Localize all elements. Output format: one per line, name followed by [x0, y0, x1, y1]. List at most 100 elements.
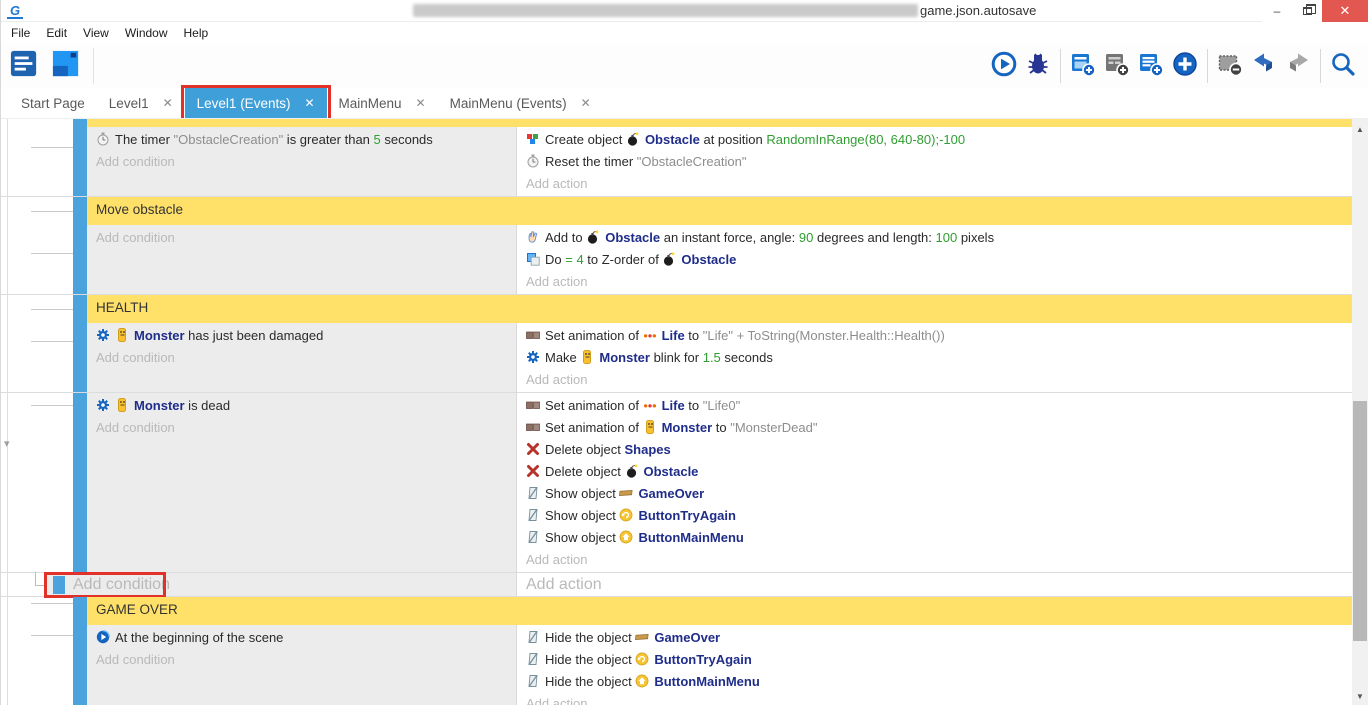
add-external-layout-button[interactable] [1100, 51, 1134, 81]
comment-row: GAME OVER [1, 597, 1353, 625]
event-selection-bar[interactable] [73, 119, 87, 127]
preview-play-button[interactable] [987, 51, 1021, 81]
action-line[interactable]: Hide the object ButtonTryAgain [526, 649, 1353, 671]
text-segment: Hide the object [545, 630, 635, 645]
tab-close-icon[interactable]: ✕ [163, 96, 173, 110]
tab-close-icon[interactable]: ✕ [304, 96, 314, 110]
menu-window[interactable]: Window [117, 24, 176, 42]
life-dots-icon [643, 397, 658, 411]
action-line[interactable]: Create object Obstacle at position Rando… [526, 129, 1353, 151]
menu-file[interactable]: File [3, 24, 38, 42]
restore-button[interactable] [1292, 0, 1322, 22]
condition-line[interactable]: Monster has just been damaged [96, 325, 516, 347]
add-action-link[interactable]: Add action [526, 576, 602, 594]
action-line[interactable]: Set animation of Life to "Life0" [526, 395, 1353, 417]
text-segment: Make [545, 350, 580, 365]
object-name: Life [662, 328, 685, 343]
add-condition-link[interactable]: Add condition [96, 649, 516, 671]
add-extension-button[interactable] [1168, 51, 1202, 81]
scrollbar-thumb[interactable] [1353, 401, 1367, 641]
action-line[interactable]: Reset the timer "ObstacleCreation" [526, 151, 1353, 173]
event-selection-bar[interactable] [73, 323, 87, 392]
action-line[interactable]: Show object ButtonMainMenu [526, 527, 1353, 549]
text-segment: pixels [957, 230, 994, 245]
add-action-link[interactable]: Add action [526, 369, 1353, 391]
comment-text[interactable]: Move obstacle [87, 197, 1353, 225]
add-condition-link[interactable]: Add condition [96, 151, 516, 173]
menu-help[interactable]: Help [176, 24, 217, 42]
subevent-selection-bar[interactable] [53, 576, 65, 594]
action-line[interactable]: Set animation of Monster to "MonsterDead… [526, 417, 1353, 439]
action-line[interactable]: Set animation of Life to "Life" + ToStri… [526, 325, 1353, 347]
event-selection-bar[interactable] [73, 127, 87, 196]
project-manager-button[interactable] [9, 51, 39, 81]
action-line[interactable]: Hide the object GameOver [526, 627, 1353, 649]
add-external-events-button[interactable] [1134, 51, 1168, 81]
tab-level1-events-[interactable]: Level1 (Events)✕ [185, 88, 327, 118]
tab-mainmenu-events-[interactable]: MainMenu (Events)✕ [438, 88, 603, 118]
tab-level1[interactable]: Level1✕ [97, 88, 185, 118]
close-button[interactable]: ✕ [1322, 0, 1368, 22]
add-condition-link[interactable]: Add condition [96, 417, 516, 439]
add-scene-button[interactable] [1066, 51, 1100, 81]
object-name: ButtonTryAgain [638, 508, 736, 523]
add-condition-link[interactable]: Add condition [96, 227, 516, 249]
comment-text[interactable] [87, 119, 1353, 127]
add-action-link[interactable]: Add action [526, 173, 1353, 195]
minimize-button[interactable]: – [1262, 0, 1292, 22]
action-line[interactable]: Do = 4 to Z-order of Obstacle [526, 249, 1353, 271]
add-extension-icon [1172, 51, 1198, 82]
action-line[interactable]: Delete object Shapes [526, 439, 1353, 461]
begin-scene-icon [96, 629, 111, 643]
vertical-scrollbar[interactable]: ▲ ▼ [1352, 119, 1368, 705]
event-selection-bar[interactable] [73, 393, 87, 572]
action-line[interactable]: Make Monster blink for 1.5 seconds [526, 347, 1353, 369]
gutter-pad [1, 197, 73, 225]
add-action-link[interactable]: Add action [526, 549, 1353, 571]
undo-button[interactable] [1247, 51, 1281, 81]
redo-button[interactable] [1281, 51, 1315, 81]
event-selection-bar[interactable] [73, 295, 87, 323]
add-condition-link[interactable]: Add condition [73, 576, 170, 594]
text-segment: "MonsterDead" [730, 420, 817, 435]
object-name: Obstacle [681, 252, 736, 267]
tab-close-icon[interactable]: ✕ [581, 96, 591, 110]
event-selection-bar[interactable] [73, 597, 87, 625]
tab-close-icon[interactable]: ✕ [416, 96, 426, 110]
tab-mainmenu[interactable]: MainMenu✕ [327, 88, 438, 118]
scrollbar-down-arrow-icon[interactable]: ▼ [1352, 688, 1368, 704]
event-selection-bar[interactable] [73, 197, 87, 225]
button-home-icon [619, 529, 634, 543]
tab-start-page[interactable]: Start Page [9, 88, 97, 118]
redo-icon [1285, 51, 1311, 82]
comment-text[interactable]: GAME OVER [87, 597, 1353, 625]
condition-line[interactable]: Monster is dead [96, 395, 516, 417]
scrollbar-up-arrow-icon[interactable]: ▲ [1352, 121, 1368, 137]
menu-edit[interactable]: Edit [38, 24, 75, 42]
button-retry-icon [635, 651, 650, 665]
text-segment: is dead [185, 398, 231, 413]
condition-line[interactable]: The timer "ObstacleCreation" is greater … [96, 129, 516, 151]
search-button[interactable] [1326, 51, 1360, 81]
action-line[interactable]: Show object GameOver [526, 483, 1353, 505]
add-condition-link[interactable]: Add condition [96, 347, 516, 369]
window-title: game.json.autosave [920, 3, 1036, 18]
event-selection-bar[interactable] [73, 225, 87, 294]
undo-icon [1251, 51, 1277, 82]
action-line[interactable]: Hide the object ButtonMainMenu [526, 671, 1353, 693]
action-line[interactable]: Add to Obstacle an instant force, angle:… [526, 227, 1353, 249]
button-home-icon [635, 673, 650, 687]
add-action-link[interactable]: Add action [526, 693, 1353, 705]
add-action-link[interactable]: Add action [526, 271, 1353, 293]
comment-row: HEALTH [1, 295, 1353, 323]
actions-cell: Create object Obstacle at position Rando… [517, 127, 1353, 196]
start-page-button[interactable] [51, 51, 81, 81]
screenshot-remove-button[interactable] [1213, 51, 1247, 81]
action-line[interactable]: Delete object Obstacle [526, 461, 1353, 483]
debug-button[interactable] [1021, 51, 1055, 81]
comment-text[interactable]: HEALTH [87, 295, 1353, 323]
condition-line[interactable]: At the beginning of the scene [96, 627, 516, 649]
action-line[interactable]: Show object ButtonTryAgain [526, 505, 1353, 527]
menu-view[interactable]: View [75, 24, 117, 42]
event-selection-bar[interactable] [73, 625, 87, 705]
